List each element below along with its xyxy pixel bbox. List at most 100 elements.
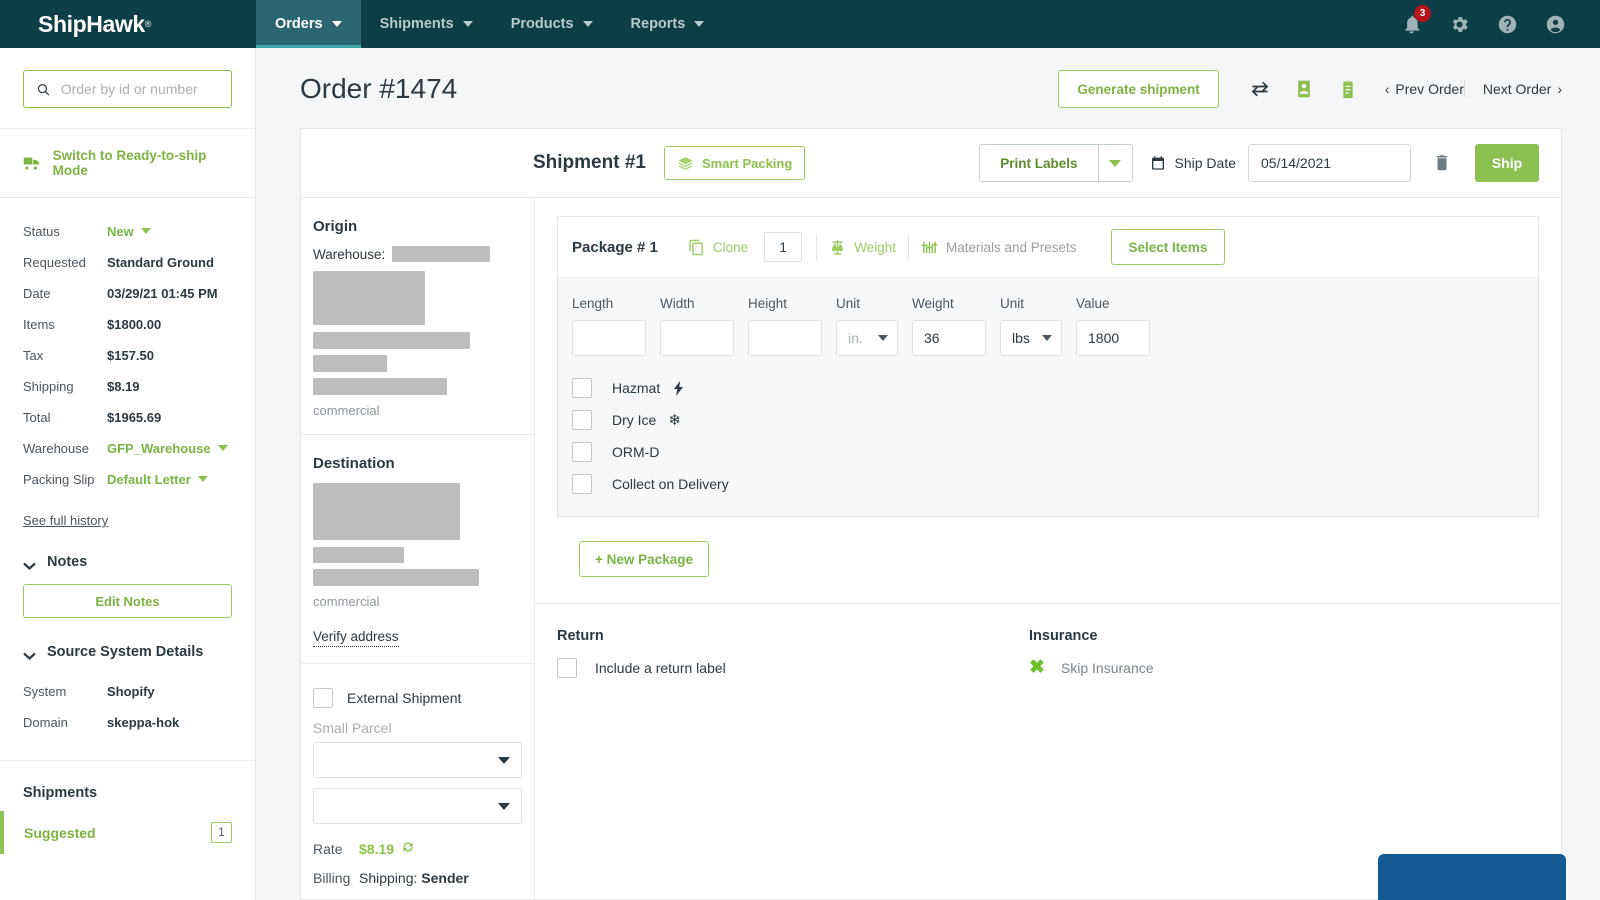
calendar-icon <box>1151 156 1164 170</box>
ship-button[interactable]: Ship <box>1475 144 1539 182</box>
property-value-packing-slip[interactable]: Default Letter <box>107 472 208 487</box>
field-value: Value <box>1076 296 1150 356</box>
prev-order-button[interactable]: ‹ Prev Order <box>1385 81 1464 97</box>
chevron-down-icon <box>23 558 36 570</box>
package-quantity-input[interactable] <box>764 232 803 262</box>
delete-shipment-button[interactable] <box>1433 152 1453 174</box>
redacted-block <box>313 355 387 372</box>
clipboard-icon[interactable] <box>1337 78 1359 100</box>
weight-input[interactable] <box>912 320 986 356</box>
weight-unit-select[interactable]: lbs <box>1000 320 1062 356</box>
bell-icon[interactable]: 3 <box>1400 5 1431 35</box>
see-full-history-link[interactable]: See full history <box>23 513 232 528</box>
chevron-down-icon <box>1109 159 1122 167</box>
generate-shipment-button[interactable]: Generate shipment <box>1058 70 1219 108</box>
property-shipping: Shipping $8.19 <box>23 371 232 402</box>
redacted-block <box>392 246 491 262</box>
sidebar-item-suggested[interactable]: Suggested 1 <box>0 811 255 854</box>
ship-date-label: Ship Date <box>1150 155 1236 171</box>
address-column: Origin Warehouse: commercial Destination… <box>301 198 535 899</box>
service-select[interactable] <box>313 788 522 824</box>
header-actions: Generate shipment ‹ Prev Order Next Orde… <box>1058 70 1562 108</box>
length-input[interactable] <box>572 320 646 356</box>
redacted-block <box>313 332 470 349</box>
select-items-button[interactable]: Select Items <box>1110 229 1226 265</box>
source-row-domain: Domain skeppa-hok <box>23 707 232 738</box>
verify-address-link[interactable]: Verify address <box>313 629 399 647</box>
carrier-select[interactable] <box>313 742 522 778</box>
source-key: System <box>23 684 67 699</box>
notification-badge: 3 <box>1414 5 1431 22</box>
smart-packing-button[interactable]: Smart Packing <box>663 146 806 180</box>
search-input[interactable] <box>60 81 219 97</box>
height-input[interactable] <box>748 320 822 356</box>
shiphawk-logo[interactable]: ShipHawk ® <box>0 0 256 48</box>
property-key: Status <box>23 224 60 239</box>
declared-value-input[interactable] <box>1076 320 1150 356</box>
nav-item-orders[interactable]: Orders <box>256 0 361 48</box>
page-title: Order #1474 <box>300 73 458 104</box>
return-label-row: Include a return label <box>557 658 1029 678</box>
origin-address-type: commercial <box>313 403 380 418</box>
collect-on-delivery-label: Collect on Delivery <box>612 476 729 492</box>
field-length: Length <box>572 296 646 356</box>
return-insurance-row: Return Include a return label Insurance … <box>535 604 1561 678</box>
weight-button[interactable]: Weight <box>817 239 908 256</box>
chevron-left-icon: ‹ <box>1384 81 1390 97</box>
contact-card-icon[interactable] <box>1293 78 1315 100</box>
nav-item-products[interactable]: Products <box>492 0 612 48</box>
print-labels-button[interactable]: Print Labels <box>980 145 1098 181</box>
nav-item-reports[interactable]: Reports <box>612 0 724 48</box>
clone-package-button[interactable]: Clone <box>676 239 760 256</box>
hazmat-checkbox[interactable] <box>572 378 592 398</box>
external-shipment-label: External Shipment <box>347 690 462 706</box>
property-key: Shipping <box>23 379 74 394</box>
destination-title: Destination <box>313 455 395 472</box>
property-tax: Tax $157.50 <box>23 340 232 371</box>
chat-widget-button[interactable] <box>1378 854 1566 900</box>
print-labels-dropdown-toggle[interactable] <box>1097 145 1132 181</box>
external-shipment-checkbox[interactable] <box>313 688 333 708</box>
package-fields: Length Width Height Unit in. Weight 36 U… <box>558 278 1538 516</box>
nav-item-reports-label: Reports <box>630 16 686 32</box>
switch-ready-to-ship-mode[interactable]: Switch to Ready-to-ship Mode <box>0 129 255 198</box>
new-package-button[interactable]: + New Package <box>579 541 709 577</box>
transfer-icon[interactable] <box>1249 78 1271 100</box>
notes-section-label: Notes <box>47 554 88 570</box>
include-return-label-checkbox[interactable] <box>557 658 577 678</box>
nav-item-shipments[interactable]: Shipments <box>361 0 492 48</box>
order-search-box[interactable] <box>23 70 232 108</box>
width-input[interactable] <box>660 320 734 356</box>
ship-date-input[interactable] <box>1248 144 1411 182</box>
skip-insurance-row[interactable]: ✖ Skip Insurance <box>1029 658 1154 677</box>
help-icon[interactable] <box>1496 13 1518 35</box>
chevron-down-icon <box>140 228 151 234</box>
dimension-unit-select[interactable]: in. <box>836 320 898 356</box>
property-value-status[interactable]: New <box>107 224 151 239</box>
source-system-section-header[interactable]: Source System Details <box>0 618 255 672</box>
shipments-heading: Shipments <box>23 785 98 801</box>
dry-ice-checkbox[interactable] <box>572 410 592 430</box>
next-order-button[interactable]: Next Order › <box>1463 81 1562 97</box>
edit-notes-button[interactable]: Edit Notes <box>23 584 232 618</box>
property-value-warehouse[interactable]: GFP_Warehouse <box>107 441 228 456</box>
insurance-section: Insurance ✖ Skip Insurance <box>1029 628 1154 678</box>
chevron-right-icon: › <box>1557 81 1562 97</box>
property-value-date: 03/29/21 01:45 PM <box>107 286 218 301</box>
chevron-down-icon <box>498 802 510 810</box>
origin-warehouse-line: Warehouse: <box>313 246 522 262</box>
suggested-count-badge: 1 <box>211 822 232 843</box>
collect-on-delivery-checkbox[interactable] <box>572 474 592 494</box>
origin-block: Origin Warehouse: commercial <box>301 198 534 435</box>
clone-label: Clone <box>712 239 749 255</box>
account-icon[interactable] <box>1544 13 1566 35</box>
dimension-fields-row: Length Width Height Unit in. Weight 36 U… <box>572 296 1524 356</box>
billing-row: Billing Shipping: Sender <box>301 857 534 886</box>
chevron-down-icon <box>331 21 342 27</box>
gear-icon[interactable] <box>1448 13 1470 35</box>
notes-section-header[interactable]: Notes <box>0 528 255 582</box>
ormd-checkbox[interactable] <box>572 442 592 462</box>
property-packing-slip: Packing Slip Default Letter <box>23 464 232 495</box>
refresh-rate-icon[interactable] <box>401 840 415 857</box>
materials-and-presets-button[interactable]: Materials and Presets <box>909 239 1089 256</box>
